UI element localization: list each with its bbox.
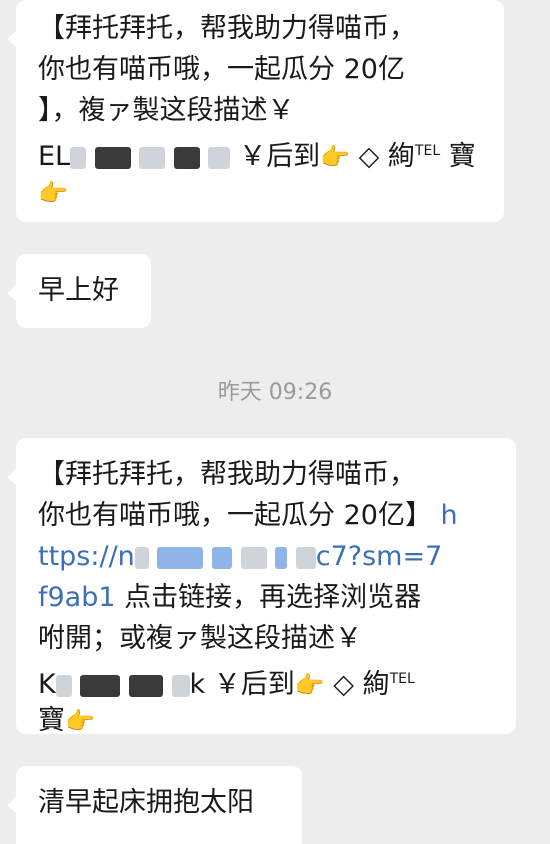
word-2: 寶 — [448, 141, 476, 172]
tel-symbol: TEL — [389, 671, 415, 687]
redacted-block — [211, 546, 232, 569]
message-line: 你也有喵币哦，一起瓜分 20亿】 h — [38, 495, 516, 536]
message-line-link[interactable]: ttps://n c7?sm=7 — [38, 536, 516, 577]
link-prefix[interactable]: ttps://n — [38, 541, 135, 572]
message-text: 清早起床拥抱太阳 — [38, 787, 254, 818]
code-mid: k — [189, 669, 206, 700]
pointing-hand-icon: 👉 — [38, 179, 68, 207]
redacted-block — [70, 146, 87, 169]
message-bubble-3[interactable]: 【拜托拜托，帮我助力得喵币， 你也有喵币哦，一起瓜分 20亿】 h ttps:/… — [7, 438, 516, 736]
code-suffix: ￥后到 — [239, 141, 321, 172]
message-line: 】，複ァ製这段描述￥ — [38, 95, 295, 126]
link-suffix[interactable]: c7?sm=7 — [316, 541, 443, 572]
message-text: 点击链接，再选择浏览器 — [115, 582, 422, 613]
timestamp: 昨天 09:26 — [217, 380, 333, 405]
redacted-block — [240, 546, 267, 569]
redacted-block — [173, 146, 200, 169]
redacted-block — [208, 146, 231, 169]
pointing-hand-icon: 👉 — [65, 707, 95, 735]
redacted-block — [55, 674, 72, 697]
word-1: 絢 — [362, 669, 390, 700]
link-tail[interactable]: f9ab1 — [38, 582, 116, 613]
redacted-block — [80, 674, 121, 697]
word-2: 寶 — [38, 705, 65, 736]
redacted-block — [157, 546, 204, 569]
word-1: 絢 — [387, 141, 415, 172]
message-line: 【拜托拜托，帮我助力得喵币， — [38, 459, 416, 490]
message-line: 👉 — [38, 172, 504, 213]
message-line: 寶👉 — [38, 700, 516, 741]
message-text: 你也有喵币哦，一起瓜分 20亿】 — [38, 500, 432, 531]
message-text: 早上好 — [38, 275, 119, 306]
message-bubble-4[interactable]: 清早起床拥抱太阳 — [7, 766, 302, 844]
message-line-code: EL ￥后到👉 ◇ 絢TEL 寶 — [38, 131, 504, 172]
redacted-block — [128, 674, 163, 697]
code-prefix: K — [38, 669, 56, 700]
redacted-block — [139, 146, 166, 169]
code-prefix: EL — [38, 141, 71, 172]
pointing-hand-icon: 👉 — [294, 671, 325, 699]
redacted-block — [94, 146, 131, 169]
message-line: 【拜托拜托，帮我助力得喵币， — [38, 13, 416, 44]
diamond-symbol: ◇ — [333, 669, 354, 700]
link-h[interactable]: h — [441, 500, 458, 531]
pointing-hand-icon: 👉 — [320, 143, 350, 171]
message-bubble-1[interactable]: 【拜托拜托，帮我助力得喵币， 你也有喵币哦，一起瓜分 20亿 】，複ァ製这段描述… — [7, 0, 504, 222]
code-suffix: ￥后到 — [213, 669, 295, 700]
message-bubble-2[interactable]: 早上好 — [7, 254, 151, 328]
message-line: 咐開；或複ァ製这段描述￥ — [38, 623, 362, 654]
redacted-block — [134, 546, 149, 569]
diamond-symbol: ◇ — [358, 141, 380, 172]
message-line: 你也有喵币哦，一起瓜分 20亿 — [38, 54, 405, 85]
message-line: f9ab1 点击链接，再选择浏览器 — [38, 577, 516, 618]
message-line-code: K k ￥后到👉 ◇ 絢TEL — [38, 659, 516, 700]
tel-symbol: TEL — [414, 143, 441, 159]
redacted-block — [171, 674, 190, 697]
redacted-block — [275, 546, 288, 569]
redacted-block — [295, 546, 316, 569]
